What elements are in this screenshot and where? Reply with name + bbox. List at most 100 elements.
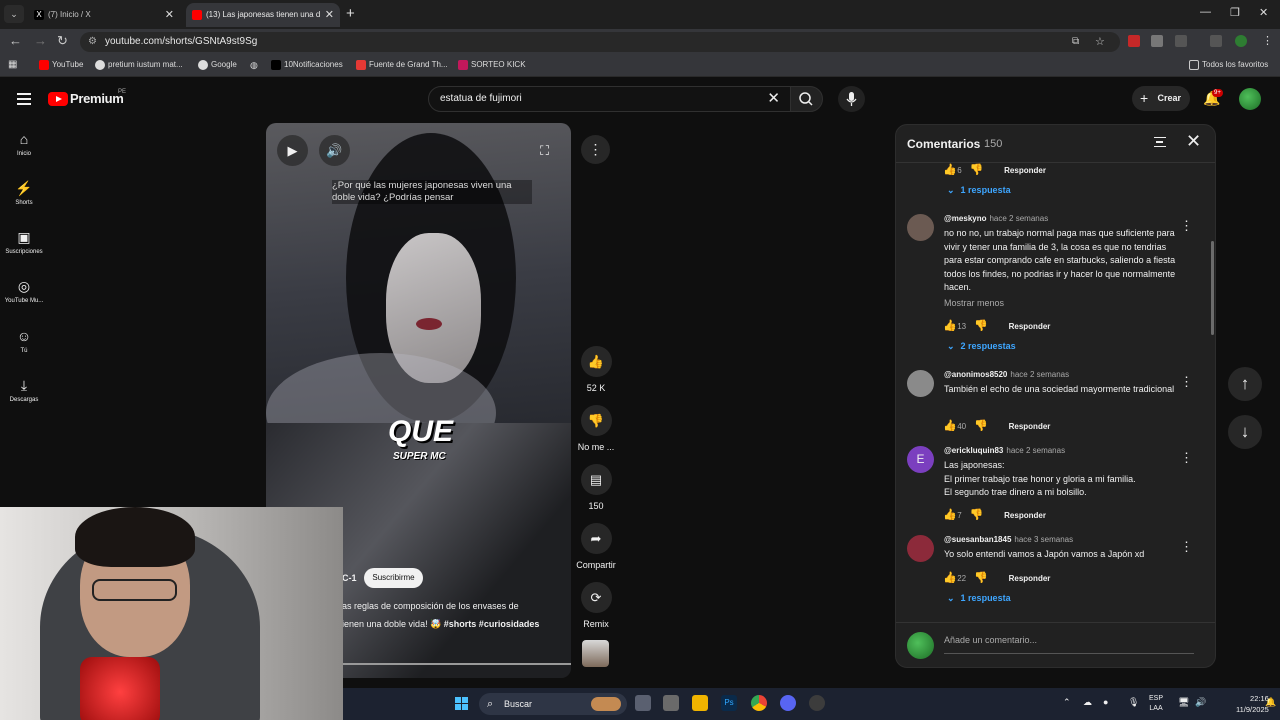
app-icon[interactable] <box>663 695 679 711</box>
microphone-tray-icon[interactable]: 🎙 <box>1128 697 1139 708</box>
media-icon[interactable] <box>1210 35 1222 47</box>
menu-hamburger-icon[interactable] <box>17 93 31 105</box>
comments-scrollbar[interactable] <box>1210 163 1215 621</box>
account-avatar[interactable] <box>1239 88 1261 110</box>
thumbs-down-icon[interactable]: 👎 <box>970 163 984 176</box>
reply-button[interactable]: Responder <box>1009 322 1051 331</box>
language-indicator[interactable]: ESP LAA <box>1149 694 1163 714</box>
dislike-button[interactable]: 👎 No me ... <box>572 405 620 452</box>
create-button[interactable]: + Crear <box>1132 86 1190 111</box>
notification-center-icon[interactable]: 🔔 <box>1265 697 1276 708</box>
puzzle-extensions-icon[interactable] <box>1175 35 1187 47</box>
bookmark-notifications[interactable]: 10Notificaciones <box>271 60 343 70</box>
thumbs-down-icon[interactable]: 👎 <box>974 419 988 432</box>
view-replies-button[interactable]: ⌄ 1 respuesta <box>947 593 1011 604</box>
thumbs-up-icon[interactable]: 👍 <box>943 163 957 176</box>
browser-menu-icon[interactable]: ⋮ <box>1262 34 1273 47</box>
share-button[interactable]: ➦ Compartir <box>572 523 620 570</box>
like-button[interactable]: 👍 52 K <box>572 346 620 393</box>
more-options-button[interactable]: ⋮ <box>581 135 610 164</box>
windows-start-icon[interactable] <box>455 697 469 711</box>
reload-button[interactable]: ↻ <box>57 33 68 49</box>
extension-icon[interactable] <box>1151 35 1163 47</box>
photoshop-icon[interactable]: Ps <box>721 695 737 711</box>
task-view-icon[interactable] <box>635 695 651 711</box>
hashtags[interactable]: #shorts #curiosidades <box>444 619 540 629</box>
subscribe-button[interactable]: Suscribirme <box>364 568 423 588</box>
search-input[interactable]: estatua de fujimori ✕ <box>428 86 791 112</box>
sidebar-item-music[interactable]: ◎ YouTube Mu... <box>0 277 48 304</box>
bookmark-globe[interactable]: ◍ <box>250 60 258 71</box>
avatar[interactable] <box>907 214 934 241</box>
close-comments-icon[interactable]: ✕ <box>1186 131 1201 152</box>
avatar[interactable] <box>907 535 934 562</box>
file-explorer-icon[interactable] <box>692 695 708 711</box>
comment-author[interactable]: @meskyno hace 2 semanas <box>944 214 1048 223</box>
new-tab-button[interactable]: + <box>346 5 355 22</box>
all-bookmarks[interactable]: Todos los favoritos <box>1189 60 1268 70</box>
close-tab-icon[interactable]: ✕ <box>325 3 334 27</box>
tab-x-home[interactable]: X (7) Inicio / X ✕ <box>28 3 180 27</box>
sidebar-item-shorts[interactable]: ⚡ Shorts <box>0 179 48 206</box>
comment-author[interactable]: @anonimos8520 hace 2 semanas <box>944 370 1069 379</box>
comments-button[interactable]: ▤ 150 <box>572 464 620 511</box>
onedrive-icon[interactable]: ☁ <box>1083 697 1092 708</box>
tab-youtube-short[interactable]: (13) Las japonesas tienen una d ✕ <box>186 3 340 27</box>
discord-icon[interactable] <box>780 695 796 711</box>
network-icon[interactable]: 🖥 <box>1178 697 1189 708</box>
chrome-icon[interactable] <box>751 695 767 711</box>
reply-button[interactable]: Responder <box>1009 574 1051 583</box>
restore-button[interactable]: ❐ <box>1230 6 1240 19</box>
reply-button[interactable]: Responder <box>1004 511 1046 520</box>
back-button[interactable]: ← <box>9 33 22 48</box>
add-comment-input[interactable]: Añade un comentario... <box>944 632 1194 654</box>
play-button[interactable]: ▶ <box>277 135 308 166</box>
minimize-button[interactable]: — <box>1200 6 1211 18</box>
clear-search-icon[interactable]: ✕ <box>767 87 780 111</box>
close-window-button[interactable]: ✕ <box>1259 6 1268 19</box>
avatar[interactable]: E <box>907 446 934 473</box>
comment-menu-icon[interactable]: ⋮ <box>1180 218 1193 234</box>
thumbs-up-icon[interactable]: 👍 <box>943 419 957 432</box>
comment-menu-icon[interactable]: ⋮ <box>1180 539 1193 555</box>
thumbs-down-icon[interactable]: 👎 <box>974 571 988 584</box>
thumbs-down-icon[interactable]: 👎 <box>974 319 988 332</box>
forward-button[interactable]: → <box>34 33 47 48</box>
close-tab-icon[interactable]: ✕ <box>165 3 174 27</box>
avatar[interactable] <box>907 370 934 397</box>
thumbs-down-icon[interactable]: 👎 <box>970 508 984 521</box>
bookmark-pretium[interactable]: pretium iustum mat... <box>95 60 183 70</box>
app-icon[interactable] <box>809 695 825 711</box>
comment-menu-icon[interactable]: ⋮ <box>1180 450 1193 466</box>
tab-search-dropdown[interactable]: ⌄ <box>4 5 24 23</box>
show-less-button[interactable]: Mostrar menos <box>944 298 1004 308</box>
channel-name[interactable]: C-1 <box>342 573 357 583</box>
previous-short-button[interactable]: ↑ <box>1228 367 1262 401</box>
reply-button[interactable]: Responder <box>1009 422 1051 431</box>
comment-menu-icon[interactable]: ⋮ <box>1180 374 1193 390</box>
system-clock[interactable]: 22:16 11/9/2025 <box>1236 693 1269 715</box>
video-progress-bar[interactable] <box>342 663 571 665</box>
view-replies-button[interactable]: ⌄ 2 respuestas <box>947 341 1016 352</box>
voice-search-button[interactable] <box>838 86 865 112</box>
next-short-button[interactable]: ↓ <box>1228 415 1262 449</box>
sound-thumbnail[interactable] <box>582 640 609 667</box>
tray-chevron-icon[interactable]: ⌃ <box>1063 697 1071 708</box>
volume-tray-icon[interactable]: 🔊 <box>1195 697 1206 708</box>
volume-button[interactable]: 🔊 <box>319 135 350 166</box>
comment-author[interactable]: @erickluquin83 hace 2 semanas <box>944 446 1065 455</box>
apps-grid-icon[interactable]: ▦ <box>8 59 17 70</box>
sidebar-item-subscriptions[interactable]: ▣ Suscripciones <box>0 228 48 255</box>
sidebar-item-you[interactable]: ☺ Tú <box>0 327 48 354</box>
thumbs-up-icon[interactable]: 👍 <box>943 508 957 521</box>
sort-icon[interactable] <box>1154 137 1166 147</box>
install-app-icon[interactable]: ⧉ <box>1072 32 1079 52</box>
url-bar[interactable]: ⚙ youtube.com/shorts/GSNtA9st9Sg ⧉ ☆ <box>80 32 1120 52</box>
bookmark-youtube[interactable]: YouTube <box>39 60 83 70</box>
taskbar-search[interactable]: ⌕ Buscar <box>479 693 627 715</box>
fullscreen-button[interactable]: ⛶ <box>529 135 560 166</box>
reply-button[interactable]: Responder <box>1004 166 1046 175</box>
tray-app-icon[interactable]: ● <box>1103 697 1108 707</box>
thumbs-up-icon[interactable]: 👍 <box>943 319 957 332</box>
site-info-icon[interactable]: ⚙ <box>88 32 97 52</box>
